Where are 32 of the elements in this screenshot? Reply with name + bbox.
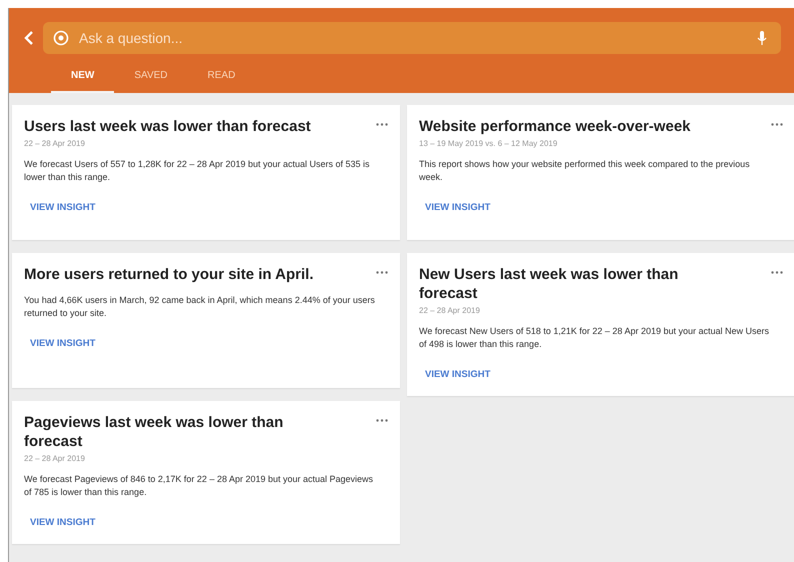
card-title: Pageviews last week was lower than forecast (24, 413, 284, 451)
search-bar[interactable]: Ask a question... (43, 22, 781, 54)
tab[interactable]: SAVED (114, 64, 188, 93)
search-field[interactable]: Ask a question... (77, 29, 749, 47)
view-insight-link[interactable]: VIEW INSIGHT (30, 517, 96, 528)
card-description: We forecast New Users of 518 to 1,21K for 22 – 28 Apr 2019 but your actual New Users of 498 is lower than this range. (419, 325, 770, 351)
view-insight-link[interactable]: VIEW INSIGHT (425, 202, 490, 213)
card-description: We forecast Pageviews of 846 to 2,17K for 22 – 28 Apr 2019 but your actual Pageviews of 785 is lower than this range. (24, 473, 374, 499)
date-range: 22 – 28 Apr 2019 (24, 139, 86, 148)
view-insight-link[interactable]: VIEW INSIGHT (30, 202, 96, 213)
card-title: Users last week was lower than forecast (24, 117, 312, 136)
date-range: 13 – 19 May 2019 vs. 6 – 12 May 2019 (419, 139, 558, 148)
more-icon[interactable] (376, 123, 388, 126)
more-icon[interactable] (771, 123, 783, 126)
card-title: More users returned to your site in April. (24, 265, 314, 284)
microphone-icon[interactable] (757, 30, 767, 46)
date-range: 22 – 28 Apr 2019 (419, 306, 481, 315)
more-icon[interactable] (376, 271, 388, 274)
tab[interactable]: READ (188, 64, 256, 93)
tab[interactable]: NEW (51, 64, 114, 93)
card-description: This report shows how your website performed this week compared to the previous week. (419, 158, 751, 184)
back-icon[interactable] (23, 30, 35, 46)
more-icon[interactable] (376, 419, 388, 422)
date-range: 22 – 28 Apr 2019 (24, 454, 86, 463)
assistant-icon (53, 30, 69, 46)
view-insight-link[interactable]: VIEW INSIGHT (425, 369, 490, 380)
card-description: We forecast Users of 557 to 1,28K for 22 – 28 Apr 2019 but your actual Users of 535 is lower than this range. (24, 158, 371, 184)
card-description: You had 4,66K users in March, 92 came back in April, which means 2.44% of your users returned to your site. (24, 294, 376, 320)
card-title: New Users last week was lower than forecast (419, 265, 680, 303)
card-title: Website performance week-over-week (419, 117, 692, 136)
view-insight-link[interactable]: VIEW INSIGHT (30, 338, 96, 349)
more-icon[interactable] (771, 271, 783, 274)
